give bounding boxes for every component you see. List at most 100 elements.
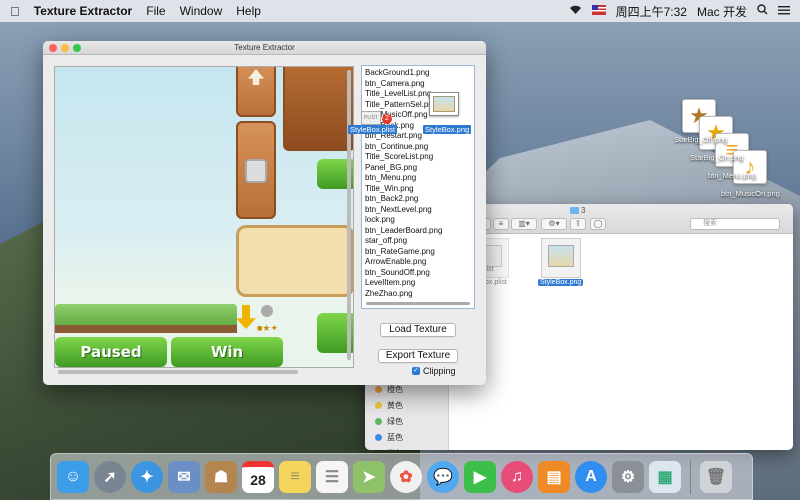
texture-wood-panel <box>283 67 353 151</box>
apple-menu-icon[interactable]:  <box>10 4 20 19</box>
list-item[interactable]: btn_Menu.png <box>362 173 474 184</box>
texture-ribbon-win: Win <box>171 337 283 367</box>
scrollbar-thumb[interactable] <box>58 370 298 374</box>
sidebar-tag-purple[interactable]: 紫色 <box>375 448 403 450</box>
list-item[interactable]: Title_ScoreList.png <box>362 152 474 163</box>
list-item[interactable]: star_off.png <box>362 236 474 247</box>
texture-dirt <box>55 325 237 333</box>
menu-file[interactable]: File <box>146 4 165 18</box>
list-item[interactable]: btn_RateGame.png <box>362 247 474 258</box>
window-titlebar: Texture Extractor <box>43 41 486 55</box>
system-preferences-dock-icon[interactable]: ⚙ <box>612 460 644 493</box>
lock-icon <box>261 305 273 317</box>
canvas-vertical-scrollbar[interactable] <box>346 66 352 368</box>
window-title: Texture Extractor <box>234 43 295 52</box>
file-thumbnail <box>548 245 574 267</box>
export-texture-button[interactable]: Export Texture <box>378 349 458 363</box>
messages-dock-icon[interactable]: 💬 <box>427 460 459 493</box>
safari-dock-icon[interactable]: ✦ <box>131 460 163 493</box>
view-columns-button[interactable]: ▥▾ <box>511 218 537 230</box>
sidebar-tag-green[interactable]: 绿色 <box>375 416 403 427</box>
mail-dock-icon[interactable]: ✉ <box>168 460 200 493</box>
finder-file-png[interactable] <box>541 238 581 278</box>
clipping-checkbox[interactable]: ✓ Clipping <box>412 366 456 376</box>
list-item[interactable]: lock.png <box>362 215 474 226</box>
drag-label-png: StyleBox.png <box>423 125 472 134</box>
itunes-dock-icon[interactable]: ♫ <box>501 460 533 493</box>
menu-bar:  Texture Extractor File Window Help 周四上… <box>0 0 800 22</box>
ibooks-dock-icon[interactable]: ▤ <box>538 460 570 493</box>
contacts-dock-icon[interactable]: ☗ <box>205 460 237 493</box>
spotlight-icon[interactable] <box>757 4 768 18</box>
share-button[interactable]: ⇪ <box>570 218 586 230</box>
launchpad-dock-icon[interactable]: ➚ <box>94 460 126 493</box>
texture-extractor-dock-icon[interactable]: ▦ <box>649 460 681 493</box>
menubar-clock[interactable]: 周四上午7:32 <box>616 3 687 20</box>
minimize-window-button[interactable] <box>61 44 69 52</box>
dock: ☺ ➚ ✦ ✉ ☗ 28 ≡ ☰ ➤ ✿ 💬 ▶ ♫ ▤ A ⚙ ▦ 🗑 <box>50 453 753 500</box>
list-item[interactable]: btn_Camera.png <box>362 79 474 90</box>
star-small-icon: ■★✦ <box>257 323 279 333</box>
tag-color-dot <box>375 418 382 425</box>
notes-dock-icon[interactable]: ≡ <box>279 460 311 493</box>
trash-dock-icon[interactable]: 🗑 <box>700 460 732 493</box>
list-item[interactable]: ArrowEnable.png <box>362 257 474 268</box>
sidebar-tag-yellow[interactable]: 黄色 <box>375 400 403 411</box>
menu-help[interactable]: Help <box>236 4 261 18</box>
photos-dock-icon[interactable]: ✿ <box>390 460 422 493</box>
tag-color-dot <box>375 386 382 393</box>
dock-separator <box>690 459 691 494</box>
drag-label-plist: StyleBox.plist <box>348 125 398 134</box>
close-window-button[interactable] <box>49 44 57 52</box>
texture-parchment-panel <box>236 225 353 297</box>
notification-center-icon[interactable] <box>778 4 790 18</box>
drag-plist-icon: PLIST <box>361 111 381 125</box>
desktop-file-label: btn_Menu.png <box>708 171 756 180</box>
list-item[interactable]: btn_NextLevel.png <box>362 205 474 216</box>
desktop-file-label: btn_MusicOn.png <box>721 189 780 198</box>
reminders-dock-icon[interactable]: ☰ <box>316 460 348 493</box>
desktop-file-label: StarBig_Off.png <box>674 135 728 144</box>
finder-dock-icon[interactable]: ☺ <box>57 460 89 493</box>
checkmark-icon[interactable]: ✓ <box>412 367 420 375</box>
list-item[interactable]: Panel_BG.png <box>362 163 474 174</box>
scrollbar-thumb[interactable] <box>347 70 351 360</box>
list-item[interactable]: btn_SoundOff.png <box>362 268 474 279</box>
folder-icon <box>570 207 579 215</box>
view-list-button[interactable]: ≡ <box>493 218 509 230</box>
list-item[interactable]: btn_Back2.png <box>362 194 474 205</box>
tag-color-dot <box>375 434 382 441</box>
list-item[interactable]: LevelItem.png <box>362 278 474 289</box>
texture-ribbon-paused: Paused <box>55 337 167 367</box>
texture-preview-canvas[interactable]: ■★✦ Paused Win <box>54 66 354 368</box>
calendar-dock-icon[interactable]: 28 <box>242 460 274 493</box>
zoom-window-button[interactable] <box>73 44 81 52</box>
load-texture-button[interactable]: Load Texture <box>380 323 456 337</box>
list-horizontal-scrollbar[interactable] <box>366 302 470 305</box>
list-item[interactable]: btn_Continue.png <box>362 142 474 153</box>
clipping-label: Clipping <box>423 366 456 376</box>
sidebar-tag-orange[interactable]: 橙色 <box>375 384 403 395</box>
finder-search-input[interactable]: 搜索 <box>690 218 780 230</box>
menu-app-name[interactable]: Texture Extractor <box>34 4 132 18</box>
facetime-dock-icon[interactable]: ▶ <box>464 460 496 493</box>
menu-window[interactable]: Window <box>180 4 223 18</box>
list-item[interactable]: BackGround1.png <box>362 68 474 79</box>
list-item[interactable]: ZheZhao.png <box>362 289 474 300</box>
menubar-user[interactable]: Mac 开发 <box>697 3 747 20</box>
app-store-dock-icon[interactable]: A <box>575 460 607 493</box>
maps-dock-icon[interactable]: ➤ <box>353 460 385 493</box>
canvas-horizontal-scrollbar[interactable] <box>54 369 354 375</box>
file-thumbnail <box>433 96 455 112</box>
list-item[interactable]: Title_Win.png <box>362 184 474 195</box>
action-gear-button[interactable]: ⚙▾ <box>541 218 567 230</box>
wifi-icon[interactable] <box>569 4 582 18</box>
texture-extractor-window: Texture Extractor ■★✦ Paused Win BackGro… <box>43 41 486 385</box>
sidebar-tag-blue[interactable]: 蓝色 <box>375 432 403 443</box>
tag-color-dot <box>375 402 382 409</box>
finder-title: 3 <box>570 206 585 215</box>
finder-file-label: ox.plist <box>485 279 507 286</box>
input-source-flag-icon[interactable] <box>591 4 606 18</box>
list-item[interactable]: btn_LeaderBoard.png <box>362 226 474 237</box>
tag-button[interactable]: ◯ <box>590 218 606 230</box>
